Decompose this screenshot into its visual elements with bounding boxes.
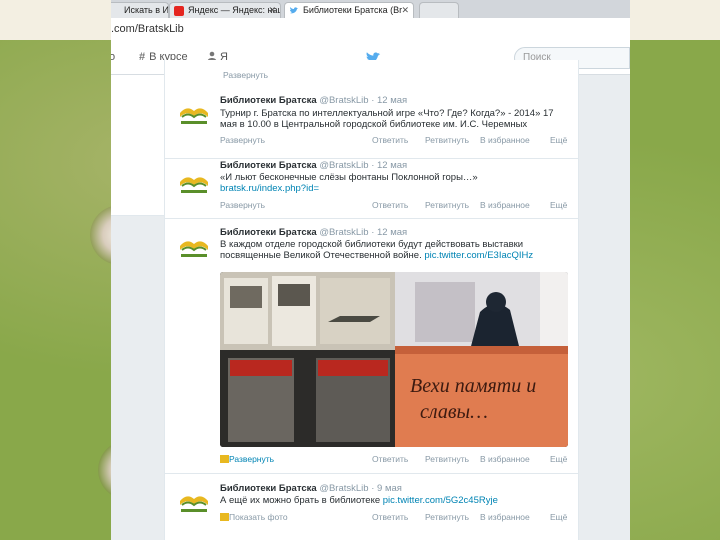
- tweet-header: Библиотеки Братска @BratskLib · 12 мая: [220, 227, 407, 238]
- expand-link[interactable]: Развернуть: [220, 200, 265, 210]
- close-icon[interactable]: ✕: [401, 3, 409, 18]
- photo-icon: [220, 455, 229, 463]
- tweet-text: В каждом отделе городской библиотеки буд…: [220, 239, 565, 261]
- show-photo-link[interactable]: Показать фото: [220, 512, 288, 522]
- expand-link[interactable]: Развернуть: [223, 70, 268, 80]
- retweet-button[interactable]: Ретвитнуть: [425, 454, 469, 464]
- address-bar[interactable]: .com/BratskLib: [111, 18, 630, 43]
- url-text: .com/BratskLib: [111, 23, 184, 35]
- show-photo-label: Показать фото: [229, 512, 288, 522]
- tweet-handle-date[interactable]: @BratskLib · 12 мая: [319, 160, 407, 171]
- tweet-handle-date[interactable]: @BratskLib · 12 мая: [319, 95, 407, 106]
- tweet-text-body: Турнир г. Братска по интеллектуальной иг…: [220, 108, 554, 130]
- library-logo-avatar[interactable]: [177, 99, 211, 127]
- tweet-handle-date[interactable]: @BratskLib · 9 мая: [319, 483, 402, 494]
- tweet-stream: Развернуть Библиотеки Братска @BratskLib…: [164, 60, 579, 540]
- close-icon[interactable]: ✕: [268, 3, 276, 18]
- tweet[interactable]: Библиотеки Братска @BratskLib · 12 мая В…: [165, 218, 578, 474]
- more-button[interactable]: Ещё: [550, 454, 567, 464]
- more-button[interactable]: Ещё: [550, 512, 567, 522]
- tweet-text: Турнир г. Братска по интеллектуальной иг…: [220, 108, 565, 130]
- tab-label: Яндекс — Яндекс: нашлось: [188, 5, 280, 15]
- tweet-link[interactable]: pic.twitter.com/5G2c45Ryje: [383, 495, 498, 506]
- tweet-text: «И льют бесконечные слёзы фонтаны Поклон…: [220, 172, 565, 194]
- more-button[interactable]: Ещё: [550, 200, 567, 210]
- favorite-button[interactable]: В избранное: [480, 454, 530, 464]
- tweet[interactable]: Библиотеки Братска @BratskLib · 12 мая Т…: [165, 86, 578, 159]
- expand-label: Развернуть: [229, 454, 275, 464]
- favorite-button[interactable]: В избранное: [480, 512, 530, 522]
- reply-button[interactable]: Ответить: [372, 454, 408, 464]
- retweet-button[interactable]: Ретвитнуть: [425, 200, 469, 210]
- photo-caption-line1: Вехи памяти и: [410, 375, 536, 397]
- tweet[interactable]: Библиотеки Братска @BratskLib · 12 мая «…: [165, 158, 578, 219]
- nav-home-fragment[interactable]: о: [111, 51, 115, 63]
- library-logo-avatar[interactable]: [177, 487, 211, 515]
- tab-label: Искать в Интернете: [124, 5, 169, 15]
- profile-sidebar: [111, 75, 164, 216]
- new-tab-button[interactable]: [419, 2, 459, 18]
- tweet-author[interactable]: Библиотеки Братска: [220, 95, 317, 106]
- tweet-author[interactable]: Библиотеки Братска: [220, 483, 317, 494]
- reply-button[interactable]: Ответить: [372, 200, 408, 210]
- retweet-button[interactable]: Ретвитнуть: [425, 135, 469, 145]
- exhibition-photo: Вехи памяти и славы…: [220, 272, 568, 447]
- twitter-bird-icon: [290, 7, 298, 14]
- more-button[interactable]: Ещё: [550, 135, 567, 145]
- hashtag-icon: #: [139, 51, 146, 63]
- reply-button[interactable]: Ответить: [372, 135, 408, 145]
- expand-link[interactable]: Развернуть: [220, 135, 265, 145]
- reply-button[interactable]: Ответить: [372, 512, 408, 522]
- tweet-link[interactable]: bratsk.ru/index.php?id=: [220, 183, 319, 194]
- photo-caption-line2: славы…: [420, 401, 488, 423]
- favorite-button[interactable]: В избранное: [480, 200, 530, 210]
- tweet-link[interactable]: pic.twitter.com/E3IacQIHz: [424, 250, 533, 261]
- tweet[interactable]: Библиотеки Братска @BratskLib · 9 мая А …: [165, 473, 578, 540]
- library-logo-avatar[interactable]: [177, 232, 211, 260]
- tweet-photo[interactable]: Вехи памяти и славы…: [220, 272, 568, 447]
- tweet-text-body: А ещё их можно брать в библиотеке: [220, 495, 381, 506]
- tab-label: Библиотеки Братска (Br: [303, 5, 403, 15]
- library-logo-avatar[interactable]: [177, 168, 211, 196]
- tweet-text: А ещё их можно брать в библиотеке pic.tw…: [220, 495, 565, 506]
- browser-tab[interactable]: Яндекс — Яндекс: нашлось ✕: [169, 2, 281, 18]
- tweet-header: Библиотеки Братска @BratskLib · 12 мая: [220, 95, 407, 106]
- favorite-button[interactable]: В избранное: [480, 135, 530, 145]
- browser-tab[interactable]: Искать в Интернете: [111, 2, 169, 18]
- browser-window: Искать в Интернете Яндекс — Яндекс: нашл…: [111, 0, 630, 540]
- tweet-author[interactable]: Библиотеки Братска: [220, 160, 317, 171]
- expand-link[interactable]: Развернуть: [220, 454, 274, 464]
- tweet-text-body: «И льют бесконечные слёзы фонтаны Поклон…: [220, 172, 478, 183]
- retweet-button[interactable]: Ретвитнуть: [425, 512, 469, 522]
- browser-tab-active[interactable]: Библиотеки Братска (Br ✕: [284, 2, 414, 18]
- browser-tabbar: Искать в Интернете Яндекс — Яндекс: нашл…: [111, 0, 630, 18]
- tweet-author[interactable]: Библиотеки Братска: [220, 227, 317, 238]
- tweet-header: Библиотеки Братска @BratskLib · 12 мая: [220, 160, 407, 171]
- tweet-handle-date[interactable]: @BratskLib · 12 мая: [319, 227, 407, 238]
- tweet-header: Библиотеки Братска @BratskLib · 9 мая: [220, 483, 402, 494]
- photo-icon: [220, 513, 229, 521]
- yandex-icon: [174, 6, 184, 16]
